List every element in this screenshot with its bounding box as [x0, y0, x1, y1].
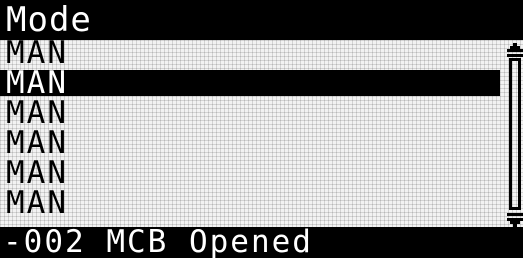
list-item-label: MAN — [6, 35, 68, 71]
list-item[interactable]: MAN — [0, 35, 506, 71]
title-bar: Mode — [0, 0, 523, 40]
list-item[interactable]: MAN — [0, 95, 506, 131]
list-item-label: MAN — [6, 95, 68, 131]
mode-option-list[interactable]: MAN MAN MAN MAN MAN MAN — [0, 35, 506, 227]
status-message: -002 MCB Opened — [3, 224, 313, 258]
lcd-screen: Mode MAN MAN MAN MAN MAN MAN -002 MCB Op… — [0, 0, 523, 258]
page-title: Mode — [6, 0, 92, 40]
list-item[interactable]: MAN — [0, 125, 506, 161]
list-item[interactable]: MAN — [0, 155, 506, 191]
scrollbar-track[interactable] — [509, 58, 521, 210]
list-item-label: MAN — [6, 185, 68, 221]
status-bar: -002 MCB Opened — [0, 224, 523, 258]
scroll-up-arrow-icon[interactable] — [507, 42, 523, 57]
list-item-label: MAN — [6, 65, 68, 101]
scroll-down-arrow-icon[interactable] — [507, 212, 523, 227]
list-item-label: MAN — [6, 125, 68, 161]
list-item-selected[interactable]: MAN — [0, 65, 500, 101]
list-item-label: MAN — [6, 155, 68, 191]
list-item[interactable]: MAN — [0, 185, 506, 221]
list-scrollbar[interactable] — [507, 42, 523, 227]
